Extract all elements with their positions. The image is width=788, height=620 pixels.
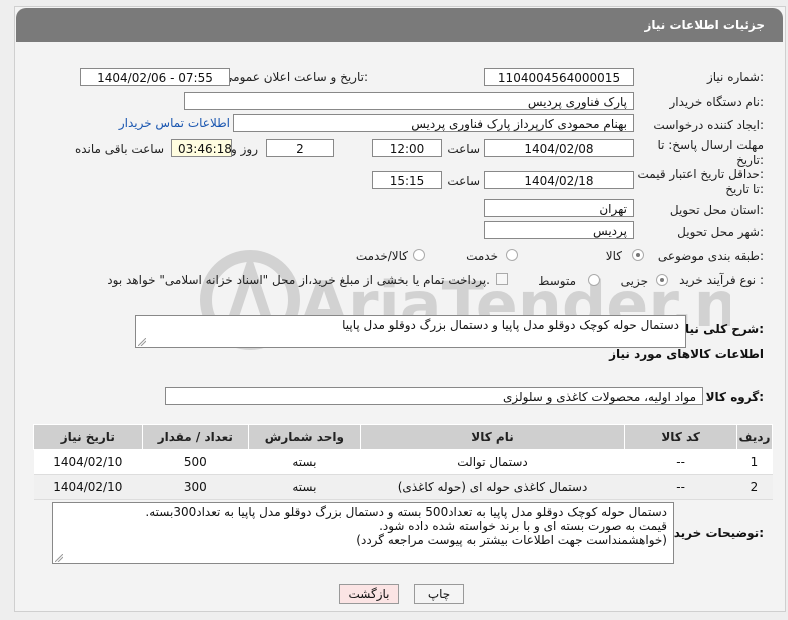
panel-header: جزئیات اطلاعات نیاز [16, 8, 783, 42]
resize-grip-icon[interactable] [55, 554, 63, 562]
province-label: استان محل تحویل: [669, 203, 764, 217]
process-label: نوع فرآیند خرید : [679, 273, 764, 287]
deadline-label: مهلت ارسال پاسخ: تا [657, 138, 764, 152]
goods-group-field: مواد اولیه، محصولات کاغذی و سلولزی [165, 387, 703, 405]
validity-time-label: ساعت [447, 174, 480, 188]
resize-grip-icon[interactable] [138, 338, 146, 346]
province-field: تهران [484, 199, 634, 217]
remaining-time-field: 03:46:18 [171, 139, 232, 157]
col-row: ردیف [735, 424, 774, 450]
col-name: نام کالا [359, 424, 626, 450]
col-qty: تعداد / مقدار [141, 424, 250, 450]
validity-date-field: 1404/02/18 [484, 171, 634, 189]
buyer-notes-line-1: دستمال حوله کوچک دوقلو مدل پاپیا به تعدا… [145, 505, 667, 519]
table-row[interactable]: 1 -- دستمال توالت بسته 500 1404/02/10 [33, 449, 773, 475]
cell-code: -- [624, 474, 737, 500]
need-number-field: 1104004564000015 [484, 68, 634, 86]
deadline-date-field: 1404/02/08 [484, 139, 634, 157]
goods-table: ردیف کد کالا نام کالا واحد شمارش تعداد /… [33, 424, 774, 500]
treasury-checkbox[interactable] [496, 273, 508, 285]
announce-label: تاریخ و ساعت اعلان عمومی: [223, 70, 368, 84]
col-date: تاریخ نیاز [33, 424, 143, 450]
requester-field: بهنام محمودی کارپرداز پارک فناوری پردیس [233, 114, 634, 132]
remaining-label: ساعت باقی مانده [74, 142, 164, 156]
buyer-notes-line-3: (خواهشمنداست جهت اطلاعات بیشتر به پیوست … [356, 533, 667, 547]
cell-row: 2 [736, 474, 773, 500]
goods-group-label: گروه کالا: [705, 390, 764, 404]
process-option-medium: متوسط [538, 274, 576, 288]
process-radio-medium[interactable] [588, 274, 600, 286]
deadline-time-label: ساعت [447, 142, 480, 156]
treasury-note: پرداخت تمام یا بخشی از مبلغ خرید،از محل … [107, 273, 490, 287]
col-code: کد کالا [624, 424, 737, 450]
city-label: شهر محل تحویل: [677, 225, 764, 239]
category-radio-service[interactable] [506, 249, 518, 261]
description-text: دستمال حوله کوچک دوقلو مدل پاپیا و دستما… [342, 318, 679, 332]
print-button[interactable]: چاپ [414, 584, 464, 604]
city-field: پردیس [484, 221, 634, 239]
announce-field: 1404/02/06 - 07:55 [80, 68, 230, 86]
cell-row: 1 [736, 449, 773, 475]
cell-name: دستمال کاغذی حوله ای (حوله کاغذی) [360, 474, 625, 500]
process-option-minor: جزیی [620, 274, 648, 288]
back-button[interactable]: بازگشت [339, 584, 399, 604]
buyer-notes-label: توضیحات خریدار: [662, 526, 764, 540]
category-label: طبقه بندی موضوعی: [657, 249, 764, 263]
validity-time-field: 15:15 [372, 171, 442, 189]
buyer-org-label: نام دستگاه خریدار: [669, 95, 765, 109]
cell-date: 1404/02/10 [33, 474, 143, 500]
deadline-time-field: 12:00 [372, 139, 442, 157]
buyer-contact-link[interactable]: اطلاعات تماس خریدار [119, 116, 230, 130]
days-label: روز و [231, 142, 258, 156]
cell-date: 1404/02/10 [33, 449, 143, 475]
cell-qty: 300 [142, 474, 249, 500]
goods-section-title: اطلاعات کالاهای مورد نیاز [609, 347, 764, 361]
cell-code: -- [624, 449, 737, 475]
panel-title: جزئیات اطلاعات نیاز [644, 18, 765, 32]
buyer-notes-line-2: قیمت به صورت بسته ای و با برند خواسته شد… [379, 519, 667, 533]
category-radio-goods[interactable] [632, 249, 644, 261]
category-radio-both[interactable] [413, 249, 425, 261]
category-option-service: خدمت [466, 249, 498, 263]
cell-name: دستمال توالت [360, 449, 625, 475]
cell-unit: بسته [248, 449, 361, 475]
process-radio-minor[interactable] [656, 274, 668, 286]
buyer-notes-textarea[interactable]: دستمال حوله کوچک دوقلو مدل پاپیا به تعدا… [52, 502, 674, 564]
validity-label-date: تا تاریخ: [725, 182, 764, 196]
category-option-goods: کالا [605, 249, 622, 263]
table-header-row: ردیف کد کالا نام کالا واحد شمارش تعداد /… [33, 424, 774, 450]
validity-label: حداقل تاریخ اعتبار قیمت: [637, 167, 764, 181]
cell-unit: بسته [248, 474, 361, 500]
days-field: 2 [266, 139, 334, 157]
buyer-org-field: پارک فناوری پردیس [184, 92, 634, 110]
deadline-label-date: تاریخ: [736, 153, 764, 167]
description-textarea[interactable]: دستمال حوله کوچک دوقلو مدل پاپیا و دستما… [135, 315, 686, 348]
col-unit: واحد شمارش [248, 424, 361, 450]
need-number-label: شماره نیاز: [706, 70, 764, 84]
cell-qty: 500 [142, 449, 249, 475]
category-option-both: کالا/خدمت [355, 249, 408, 263]
requester-label: ایجاد کننده درخواست: [653, 118, 764, 132]
table-row[interactable]: 2 -- دستمال کاغذی حوله ای (حوله کاغذی) ب… [33, 474, 773, 500]
description-label: شرح کلی نیاز: [678, 322, 764, 336]
